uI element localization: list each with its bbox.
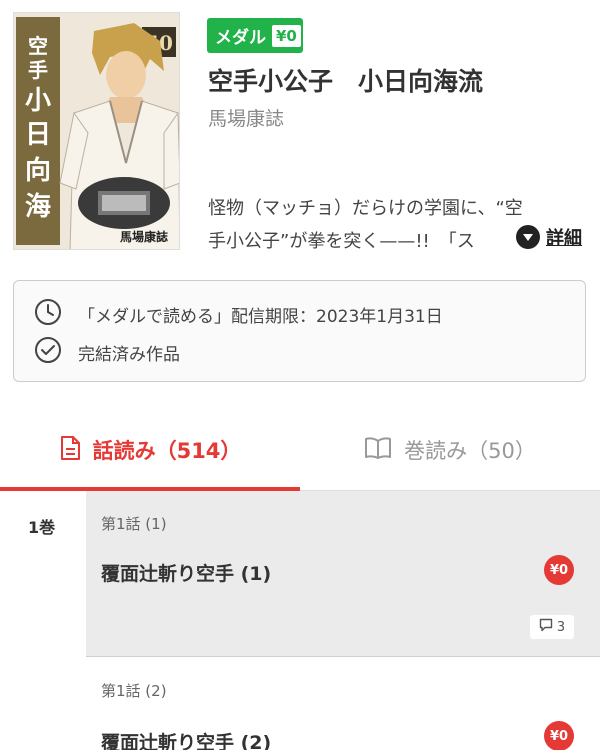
medal-label: メダル	[215, 28, 266, 48]
tab-episodes-label: 話読み（514）	[92, 439, 242, 463]
comment-count[interactable]: 3	[530, 615, 574, 639]
price-badge: ¥0	[544, 721, 574, 750]
tab-episodes[interactable]: 話読み（514）	[0, 412, 300, 488]
svg-text:日: 日	[25, 120, 51, 150]
clock-icon	[34, 298, 62, 331]
document-icon	[59, 435, 81, 466]
check-circle-icon	[34, 336, 62, 369]
episode-title: 覆面辻斬り空手 (1)	[101, 563, 272, 585]
info-box: 「メダルで読める」配信期限：2023年1月31日 完結済み作品	[13, 280, 586, 382]
volume-label: 1巻	[28, 518, 56, 537]
price-badge: ¥0	[544, 555, 574, 585]
svg-text:小: 小	[25, 86, 51, 116]
tab-volumes[interactable]: 巻読み（50）	[300, 412, 600, 488]
book-icon	[364, 436, 392, 465]
deadline-row: 「メダルで読める」配信期限：2023年1月31日	[34, 298, 443, 331]
comment-icon	[539, 618, 553, 636]
tab-bar: 話読み（514） 巻読み（50）	[0, 412, 600, 492]
deadline-text: 「メダルで読める」配信期限：2023年1月31日	[78, 307, 443, 327]
chevron-down-icon	[516, 225, 540, 249]
episode-number: 第1話 (2)	[101, 682, 167, 700]
episode-title: 覆面辻斬り空手 (2)	[101, 732, 272, 750]
episode-row[interactable]: 第1話 (2) 覆面辻斬り空手 (2) ¥0	[86, 658, 600, 750]
episode-number: 第1話 (1)	[101, 515, 167, 533]
medal-price: ¥0	[272, 24, 301, 47]
svg-text:向: 向	[25, 155, 51, 186]
author-link[interactable]: 馬場康誌	[208, 104, 284, 131]
medal-badge: メダル ¥0	[207, 18, 303, 53]
svg-text:手: 手	[28, 58, 48, 82]
episode-row[interactable]: 第1話 (1) 覆面辻斬り空手 (1) ¥0 3	[86, 491, 600, 657]
cover-illustration: 空 手 小 日 向 海 50 馬場康誌	[14, 13, 179, 249]
comment-count-value: 3	[556, 619, 566, 635]
svg-text:馬場康誌: 馬場康誌	[120, 229, 168, 244]
description-line: 怪物（マッチョ）だらけの学園に、“空	[208, 198, 523, 219]
svg-text:空: 空	[28, 34, 48, 58]
svg-text:海: 海	[25, 192, 51, 222]
details-toggle[interactable]: 詳細	[514, 224, 582, 250]
completed-text: 完結済み作品	[78, 345, 180, 365]
cover-image[interactable]: 空 手 小 日 向 海 50 馬場康誌	[13, 12, 180, 250]
tab-volumes-label: 巻読み（50）	[404, 439, 536, 463]
page-title: 空手小公子 小日向海流	[208, 67, 484, 96]
completed-row: 完結済み作品	[34, 336, 180, 369]
details-label: 詳細	[546, 228, 582, 249]
